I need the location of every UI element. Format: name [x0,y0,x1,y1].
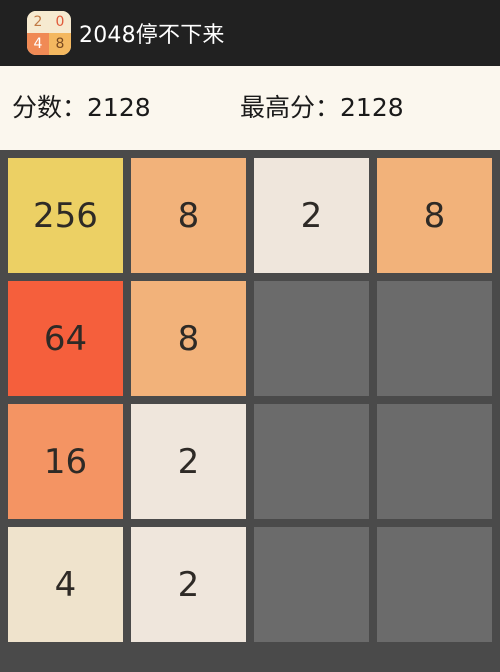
tile-4: 4 [8,527,123,642]
game-app: 2 0 4 8 2048停不下来 分数：2128 最高分：2128 256 8 … [0,0,500,672]
current-score: 分数：2128 [12,88,151,124]
tile-2: 2 [131,404,246,519]
board-cell [377,281,492,396]
board-cell [377,404,492,519]
app-logo-digit: 8 [49,33,71,55]
app-logo-digit: 0 [49,11,71,33]
board-cell [377,527,492,642]
best-score-label: 最高分： [240,93,341,122]
tile-256: 256 [8,158,123,273]
title-bar: 2 0 4 8 2048停不下来 [0,0,500,66]
app-logo-digit: 4 [27,33,49,55]
current-score-value: 2128 [87,93,151,122]
board-cell [254,281,369,396]
board-cell [254,404,369,519]
app-title: 2048停不下来 [79,23,225,48]
app-logo-icon[interactable]: 2 0 4 8 [27,11,71,55]
app-logo-digit: 2 [27,11,49,33]
tile-8: 8 [377,158,492,273]
current-score-label: 分数： [12,93,88,122]
tile-2: 2 [131,527,246,642]
tile-8: 8 [131,281,246,396]
tile-64: 64 [8,281,123,396]
tile-16: 16 [8,404,123,519]
best-score-value: 2128 [340,93,404,122]
tile-8: 8 [131,158,246,273]
score-bar: 分数：2128 最高分：2128 [0,66,500,150]
board-cell [254,527,369,642]
best-score: 最高分：2128 [240,88,404,124]
game-board[interactable]: 256 8 2 8 64 8 16 2 4 2 [0,150,500,672]
tile-2: 2 [254,158,369,273]
